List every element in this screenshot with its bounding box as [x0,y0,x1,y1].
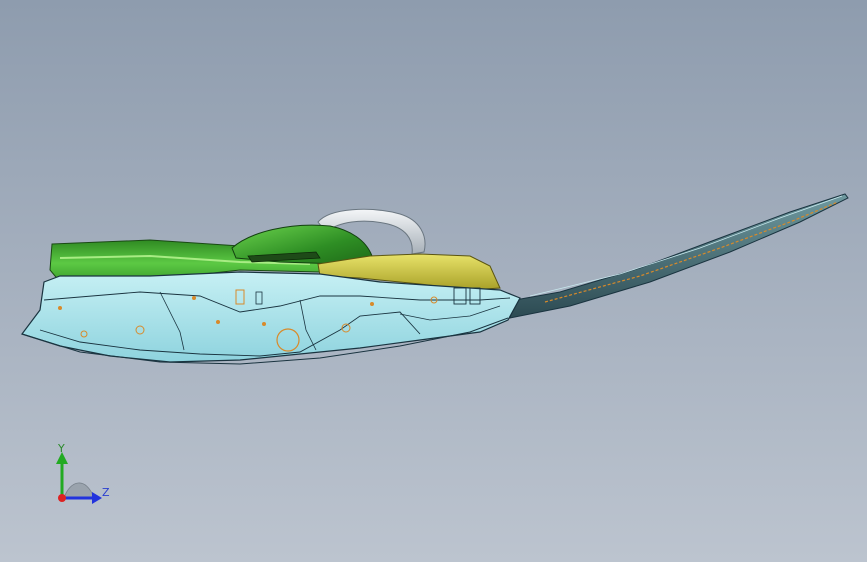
tail-blade[interactable] [509,193,849,319]
hole-5 [262,322,266,326]
axis-triad: Y Z [40,440,130,520]
graphics-viewport[interactable]: Y Z [0,0,867,562]
triad-graphic [56,452,102,504]
triad-cone [63,482,95,499]
triad-origin [58,494,66,502]
cad-model[interactable] [0,0,867,562]
y-axis-label: Y [58,442,65,455]
hole-4 [216,320,220,324]
hole-9 [370,302,374,306]
z-axis-arrow [92,492,102,504]
hole-8 [58,306,62,310]
z-axis-label: Z [102,486,110,499]
hole-6 [192,296,196,300]
